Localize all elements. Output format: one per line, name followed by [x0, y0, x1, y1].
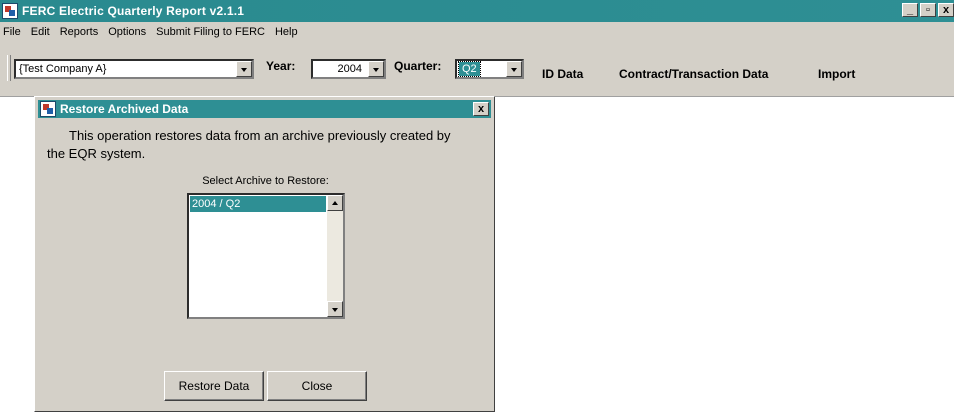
- nav-id-data[interactable]: ID Data: [542, 67, 583, 81]
- app-title: FERC Electric Quarterly Report v2.1.1: [22, 4, 245, 18]
- company-select-value: {Test Company A}: [19, 63, 107, 75]
- restore-data-button[interactable]: Restore Data: [164, 371, 264, 401]
- close-window-button[interactable]: x: [938, 3, 954, 17]
- menu-edit[interactable]: Edit: [26, 22, 55, 42]
- dialog-close-icon[interactable]: x: [473, 102, 489, 116]
- quarter-select-value: Q2: [458, 61, 481, 77]
- minimize-button[interactable]: _: [902, 3, 918, 17]
- quarter-label: Quarter:: [394, 59, 442, 73]
- year-select[interactable]: 2004: [311, 59, 386, 79]
- year-label: Year:: [266, 59, 296, 73]
- menu-submit-filing[interactable]: Submit Filing to FERC: [151, 22, 270, 42]
- scroll-down-icon[interactable]: [327, 301, 343, 317]
- menu-file[interactable]: File: [0, 22, 26, 42]
- chevron-down-icon[interactable]: [236, 61, 252, 77]
- menu-bar: File Edit Reports Options Submit Filing to F…: [0, 22, 954, 42]
- nav-contract-transaction-data[interactable]: Contract/Transaction Data: [619, 67, 768, 81]
- window-controls: _ ▫ x: [900, 3, 954, 19]
- chevron-down-icon[interactable]: [368, 61, 384, 77]
- menu-options[interactable]: Options: [103, 22, 151, 42]
- archive-listbox[interactable]: 2004 / Q2: [187, 193, 345, 319]
- dialog-title-bar[interactable]: Restore Archived Data x: [38, 100, 491, 118]
- dialog-app-icon: [40, 101, 56, 117]
- toolbar-grip: [7, 55, 11, 81]
- menu-reports[interactable]: Reports: [55, 22, 104, 42]
- company-select[interactable]: {Test Company A}: [14, 59, 254, 79]
- dialog-description: This operation restores data from an arc…: [47, 128, 451, 161]
- dialog-title: Restore Archived Data: [60, 102, 189, 116]
- scroll-up-icon[interactable]: [327, 195, 343, 211]
- archive-list-item[interactable]: 2004 / Q2: [190, 196, 326, 212]
- restore-button[interactable]: ▫: [920, 3, 936, 17]
- chevron-down-icon[interactable]: [506, 61, 522, 77]
- restore-archived-data-dialog: Restore Archived Data x This operation r…: [34, 96, 495, 412]
- menu-help[interactable]: Help: [270, 22, 303, 42]
- app-title-bar[interactable]: FERC Electric Quarterly Report v2.1.1 _ …: [0, 0, 954, 22]
- select-archive-label: Select Archive to Restore:: [202, 175, 329, 187]
- quarter-select[interactable]: Q2: [455, 59, 524, 79]
- listbox-scrollbar[interactable]: [327, 195, 343, 317]
- nav-import[interactable]: Import: [818, 67, 855, 81]
- close-button[interactable]: Close: [267, 371, 367, 401]
- app-icon: [2, 3, 18, 19]
- year-select-value: 2004: [337, 63, 362, 75]
- toolbar: {Test Company A} Year: 2004 Quarter: Q2: [0, 42, 954, 97]
